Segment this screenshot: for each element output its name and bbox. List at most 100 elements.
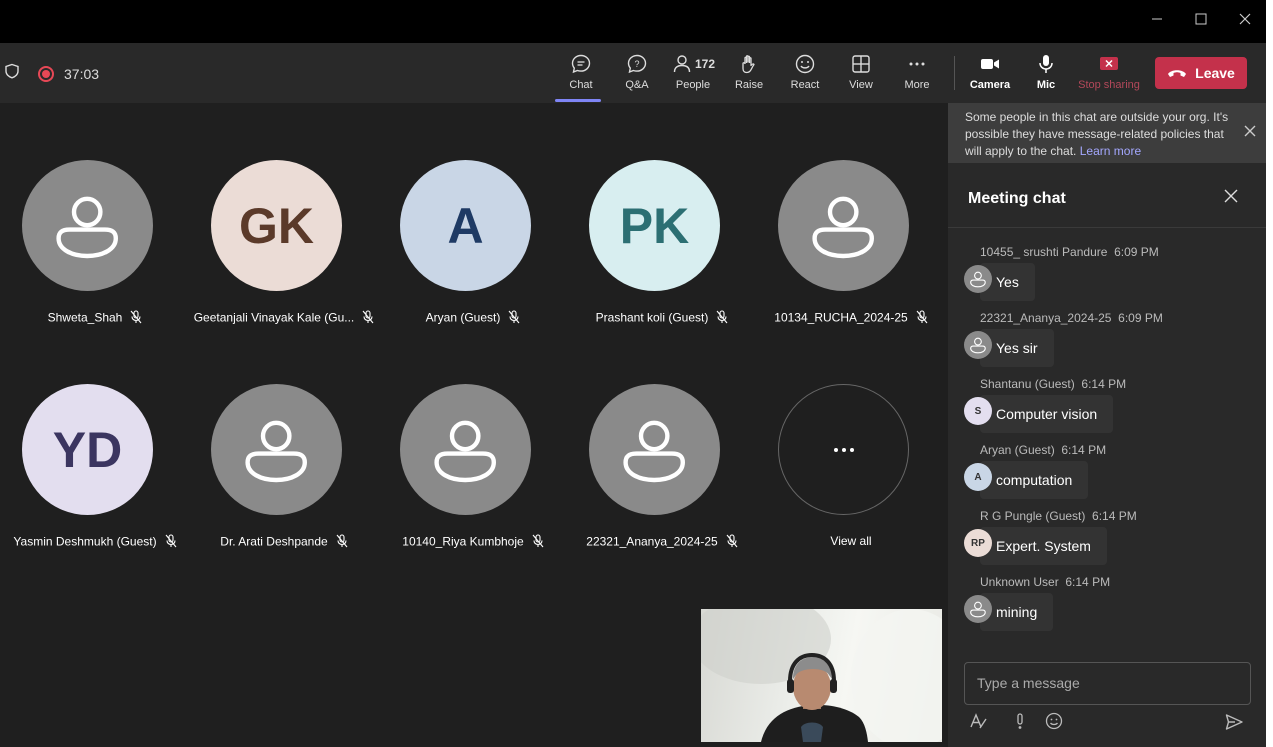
microphone-icon	[1039, 55, 1053, 73]
grid-view-icon	[852, 55, 870, 73]
mic-button[interactable]: Mic	[1018, 43, 1074, 103]
participant-name: Yasmin Deshmukh (Guest)	[0, 534, 198, 551]
mic-off-icon	[336, 534, 348, 551]
qa-icon: ?	[627, 54, 647, 74]
stop-share-icon	[1100, 57, 1118, 70]
mic-off-icon	[716, 310, 728, 327]
meeting-timer: 37:03	[64, 65, 100, 82]
message-bubble[interactable]: computation	[980, 461, 1089, 499]
stop-sharing-button[interactable]: Stop sharing	[1074, 43, 1144, 103]
more-icon	[909, 62, 925, 66]
message-header: Unknown User 6:14 PM	[980, 575, 1111, 589]
close-icon[interactable]	[1234, 8, 1256, 30]
format-icon[interactable]	[968, 711, 988, 736]
important-icon[interactable]	[1010, 711, 1030, 736]
sender-avatar	[964, 265, 992, 293]
mic-off-icon	[916, 310, 928, 327]
sender-avatar	[964, 595, 992, 623]
emoji-icon[interactable]	[1044, 711, 1064, 736]
people-button[interactable]: 172 People	[665, 43, 721, 103]
react-label: React	[790, 79, 820, 91]
learn-more-link[interactable]: Learn more	[1080, 144, 1141, 158]
sender-avatar: S	[964, 397, 992, 425]
participant-gallery: Shweta_Shah GK Geetanjali Vinayak Kale (…	[0, 103, 948, 747]
people-icon	[673, 55, 691, 73]
more-icon	[833, 447, 854, 452]
raise-hand-button[interactable]: Raise	[721, 43, 777, 103]
external-users-banner: Some people in this chat are outside you…	[948, 103, 1266, 163]
react-button[interactable]: React	[777, 43, 833, 103]
participant-name: Prashant koli (Guest)	[559, 310, 765, 327]
svg-text:?: ?	[634, 59, 639, 69]
message-input[interactable]: Type a message	[964, 662, 1251, 705]
maximize-icon[interactable]	[1190, 8, 1212, 30]
chat-label: Chat	[569, 79, 593, 91]
participant-tile[interactable]: YD Yasmin Deshmukh (Guest)	[0, 384, 190, 584]
close-icon[interactable]	[1244, 125, 1256, 142]
participant-name: Shweta_Shah	[0, 310, 198, 327]
view-all-tile[interactable]: View all	[756, 384, 946, 584]
view-all-label[interactable]: View all	[748, 534, 954, 548]
qa-button[interactable]: ? Q&A	[609, 43, 665, 103]
camera-icon	[981, 59, 999, 69]
toolbar-divider	[954, 56, 955, 90]
participant-tile[interactable]: Dr. Arati Deshpande	[189, 384, 379, 584]
divider	[948, 227, 1266, 228]
participant-avatar	[778, 160, 909, 291]
hand-icon	[742, 55, 755, 74]
self-video-preview[interactable]	[701, 609, 942, 742]
leave-button[interactable]: Leave	[1155, 57, 1247, 89]
message-header: R G Pungle (Guest) 6:14 PM	[980, 509, 1137, 523]
more-label: More	[904, 79, 930, 91]
participant-tile[interactable]: PK Prashant koli (Guest)	[567, 160, 757, 360]
view-all-circle[interactable]	[778, 384, 909, 515]
camera-button[interactable]: Camera	[962, 43, 1018, 103]
chat-button[interactable]: Chat	[553, 43, 609, 103]
sender-avatar: RP	[964, 529, 992, 557]
view-button[interactable]: View	[833, 43, 889, 103]
participant-tile[interactable]: 10134_RUCHA_2024-25	[756, 160, 946, 360]
more-button[interactable]: More	[889, 43, 945, 103]
person-icon	[970, 601, 986, 618]
leave-label: Leave	[1195, 65, 1235, 81]
participant-tile[interactable]: 10140_Riya Kumbhoje	[378, 384, 568, 584]
recording-icon	[38, 65, 54, 82]
send-icon[interactable]	[1224, 712, 1244, 737]
compose-toolbar	[968, 711, 1064, 736]
participant-tile[interactable]: Shweta_Shah	[0, 160, 190, 360]
participant-tile[interactable]: GK Geetanjali Vinayak Kale (Gu...	[189, 160, 379, 360]
participant-name: Aryan (Guest)	[370, 310, 576, 327]
self-video-image	[701, 609, 942, 742]
chat-icon	[571, 54, 591, 74]
message-bubble[interactable]: Computer vision	[980, 395, 1114, 433]
participant-avatar: A	[400, 160, 531, 291]
participant-avatar	[400, 384, 531, 515]
participant-tile[interactable]: A Aryan (Guest)	[378, 160, 568, 360]
mic-off-icon	[165, 534, 177, 551]
close-chat-icon[interactable]	[1224, 189, 1238, 208]
stop-sharing-label: Stop sharing	[1078, 79, 1140, 91]
sender-avatar: A	[964, 463, 992, 491]
participant-avatar	[22, 160, 153, 291]
chat-title: Meeting chat	[968, 190, 1066, 207]
participant-name: 10134_RUCHA_2024-25	[748, 310, 954, 327]
sender-avatar	[964, 331, 992, 359]
person-icon	[623, 420, 686, 483]
meeting-status: 37:03	[4, 63, 99, 84]
meeting-chat-panel: Some people in this chat are outside you…	[948, 103, 1266, 747]
participant-name: 22321_Ananya_2024-25	[559, 534, 765, 551]
mic-off-icon	[130, 310, 142, 327]
shield-icon	[4, 63, 20, 84]
person-icon	[970, 271, 986, 288]
mic-off-icon	[726, 534, 738, 551]
participant-avatar: PK	[589, 160, 720, 291]
message-bubble[interactable]: Expert. System	[980, 527, 1107, 565]
people-count: 172	[694, 57, 716, 71]
person-icon	[434, 420, 497, 483]
participant-tile[interactable]: 22321_Ananya_2024-25	[567, 384, 757, 584]
person-icon	[812, 196, 875, 259]
hang-up-icon	[1168, 70, 1187, 77]
view-label: View	[849, 79, 873, 91]
people-label: People	[675, 79, 711, 91]
minimize-icon[interactable]	[1146, 8, 1168, 30]
